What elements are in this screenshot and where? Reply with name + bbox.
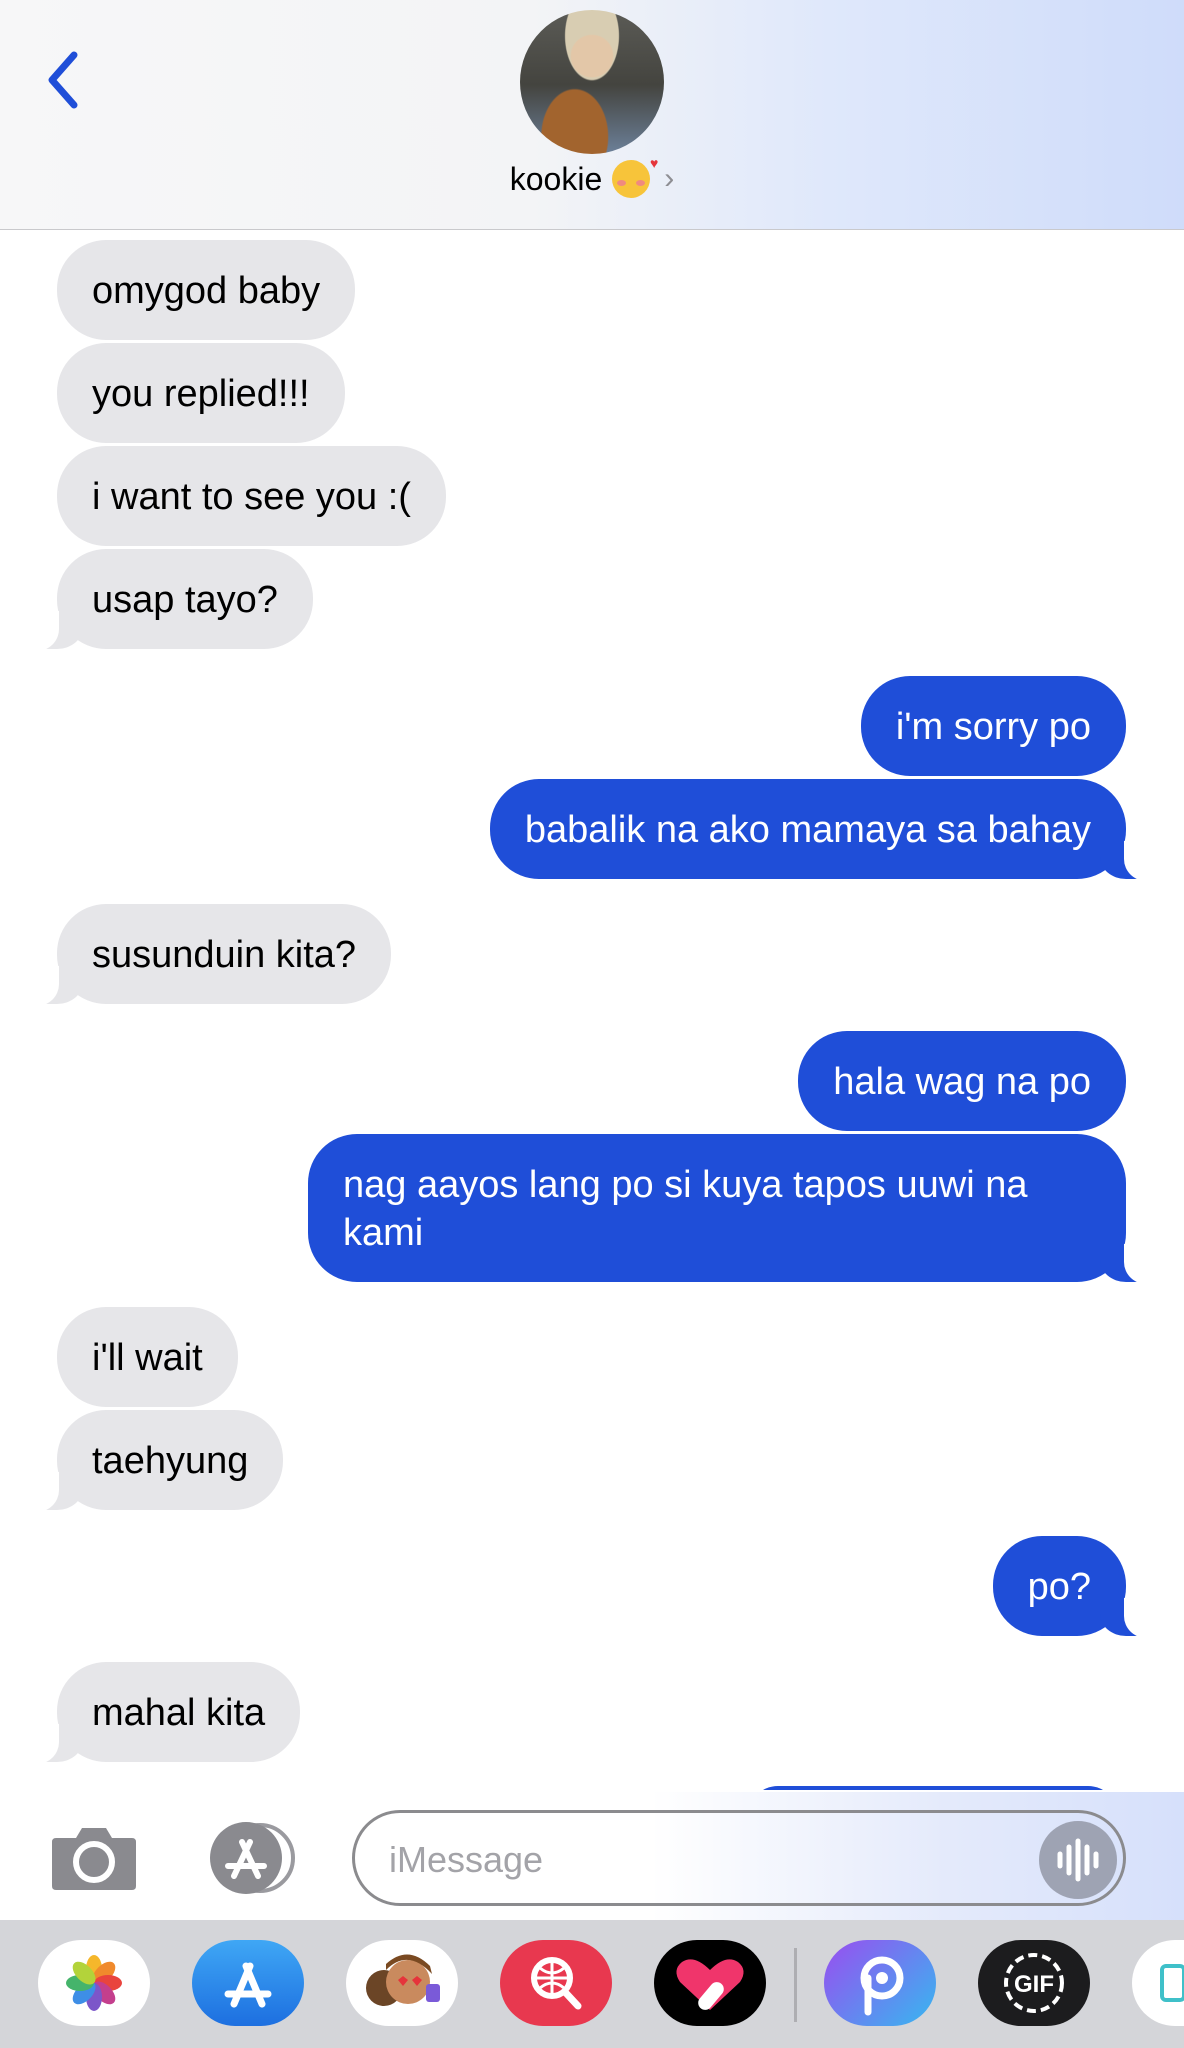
message-input[interactable] [389, 1833, 1029, 1887]
message-text: nag aayos lang po si kuya tapos uuwi na … [343, 1164, 1028, 1254]
compose-bar [0, 1792, 1184, 1920]
message-text: taehyung [92, 1440, 249, 1482]
web-search-icon[interactable] [500, 1940, 612, 2026]
back-button[interactable] [40, 45, 90, 115]
picsart-icon[interactable] [824, 1940, 936, 2026]
message-bubble-outgoing[interactable]: nag aayos lang po si kuya tapos uuwi na … [308, 1134, 1160, 1284]
contact-avatar[interactable] [520, 10, 664, 154]
message-text: i want to see you :( [92, 476, 411, 518]
photos-icon[interactable] [38, 1940, 150, 2026]
svg-text:GIF: GIF [1014, 1971, 1054, 1998]
more-apps-icon[interactable] [1132, 1940, 1184, 2026]
message-bubble-incoming[interactable]: you replied!!! [57, 343, 345, 443]
drawer-divider [794, 1948, 797, 2022]
message-bubble-incoming[interactable]: susunduin kita? [22, 904, 392, 1006]
message-input-wrapper[interactable] [352, 1810, 1126, 1906]
waveform-icon [1057, 1838, 1099, 1882]
message-text: usap tayo? [92, 579, 278, 621]
message-text: hala wag na po [833, 1061, 1091, 1103]
message-bubble-outgoing[interactable]: hala wag na po [798, 1031, 1126, 1131]
chevron-right-icon: › [664, 162, 675, 195]
message-text: susunduin kita? [92, 934, 357, 976]
message-bubble-outgoing[interactable]: po? [992, 1536, 1161, 1638]
message-text: babalik na ako mamaya sa bahay [524, 809, 1091, 851]
message-bubble-outgoing-partial[interactable] [748, 1786, 1118, 1790]
audio-message-button[interactable] [1039, 1821, 1117, 1899]
gif-icon[interactable]: GIF [978, 1940, 1090, 2026]
message-text: you replied!!! [92, 373, 310, 415]
message-bubble-incoming[interactable]: mahal kita [22, 1662, 301, 1764]
message-bubble-incoming[interactable]: i want to see you :( [57, 446, 446, 546]
message-thread[interactable]: omygod baby you replied!!! i want to see… [0, 230, 1184, 1790]
message-bubble-outgoing[interactable]: i'm sorry po [860, 676, 1126, 776]
message-bubble-incoming[interactable]: omygod baby [57, 240, 356, 340]
message-bubble-incoming[interactable]: i'll wait [57, 1307, 238, 1407]
chevron-left-icon [48, 51, 78, 109]
message-text: mahal kita [92, 1692, 266, 1734]
app-drawer: GIF [0, 1920, 1184, 2048]
contact-info-row[interactable]: kookie ♥ › [0, 155, 1184, 198]
camera-button[interactable] [48, 1822, 140, 1892]
app-store-app-icon[interactable] [192, 1940, 304, 2026]
message-bubble-incoming[interactable]: taehyung [22, 1410, 284, 1512]
message-text: omygod baby [92, 270, 321, 312]
message-text: i'll wait [92, 1337, 203, 1379]
contact-name: kookie [509, 160, 603, 197]
digital-touch-icon[interactable] [654, 1940, 766, 2026]
message-bubble-outgoing[interactable]: babalik na ako mamaya sa bahay [489, 779, 1161, 881]
app-store-button[interactable] [200, 1820, 304, 1896]
smiling-face-with-hearts-icon: ♥ [612, 155, 658, 198]
message-text: i'm sorry po [895, 706, 1091, 748]
memoji-icon[interactable] [346, 1940, 458, 2026]
conversation-header: kookie ♥ › [0, 0, 1184, 230]
message-bubble-incoming[interactable]: usap tayo? [23, 549, 313, 651]
camera-icon [52, 1828, 136, 1890]
app-store-icon [210, 1822, 295, 1894]
heart-icon: ♥ [649, 155, 659, 171]
message-text: po? [1027, 1566, 1091, 1608]
